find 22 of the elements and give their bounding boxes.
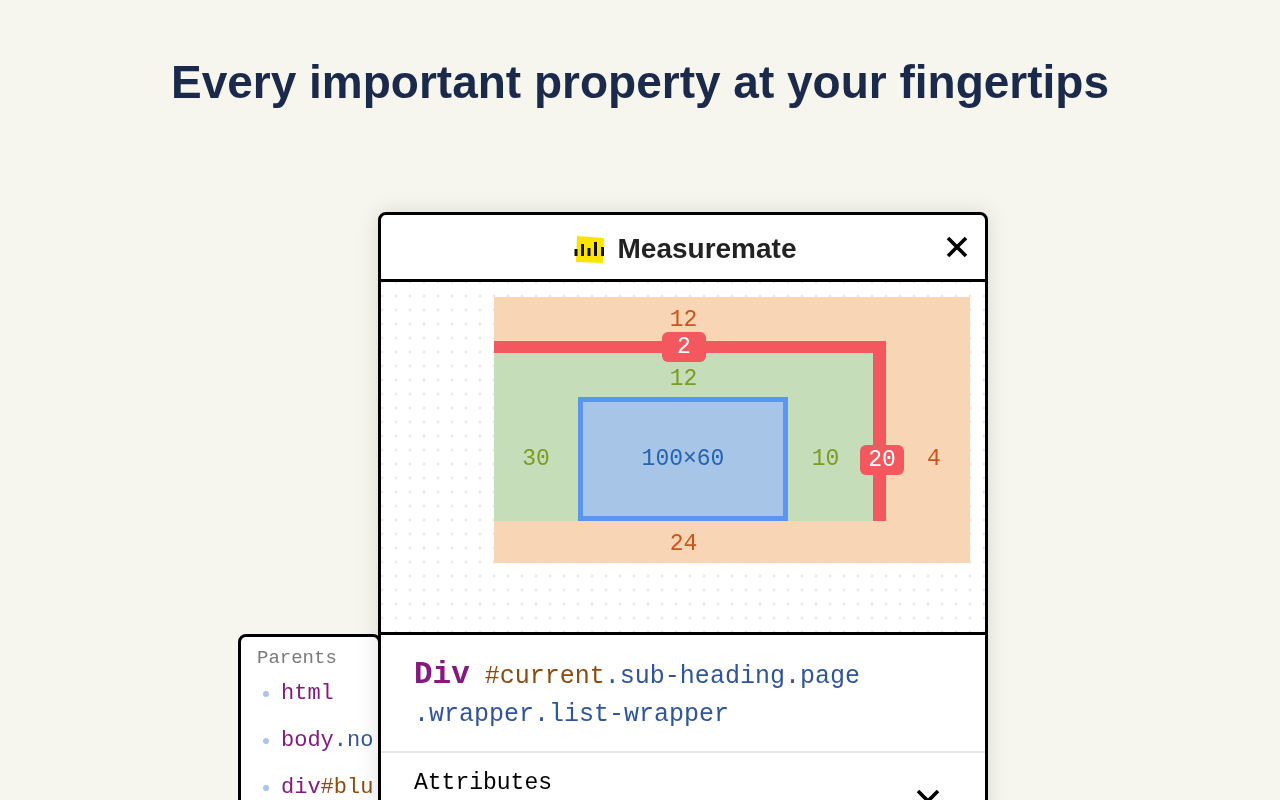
- margin-value: 4: [927, 446, 941, 472]
- parent-item[interactable]: div#blu: [281, 773, 374, 800]
- close-button[interactable]: [946, 236, 968, 258]
- border-width-badge: 2: [662, 332, 706, 362]
- app-logo-icon: [573, 234, 605, 264]
- bullet-dot-icon: [263, 690, 269, 697]
- parent-item[interactable]: body.no: [281, 726, 374, 755]
- bullet-dot-icon: [263, 784, 269, 791]
- padding-value: 30: [522, 446, 550, 472]
- window-title: Measuremate: [617, 232, 797, 266]
- accordion-header[interactable]: Attributes: [381, 753, 985, 800]
- parent-item[interactable]: html: [281, 679, 334, 708]
- padding-value: 12: [669, 366, 698, 392]
- border-width-badge: 20: [860, 445, 904, 475]
- bullet-dot-icon: [263, 737, 269, 744]
- close-icon: [946, 236, 968, 258]
- margin-value: 12: [669, 307, 698, 333]
- padding-value: 10: [811, 446, 840, 472]
- element-selector: Div #current.sub-heading.page .wrapper.list-wrapper: [414, 656, 861, 731]
- parents-label: Parents: [257, 646, 337, 670]
- margin-value: 24: [669, 530, 698, 557]
- content-size-label: 100×60: [641, 446, 725, 472]
